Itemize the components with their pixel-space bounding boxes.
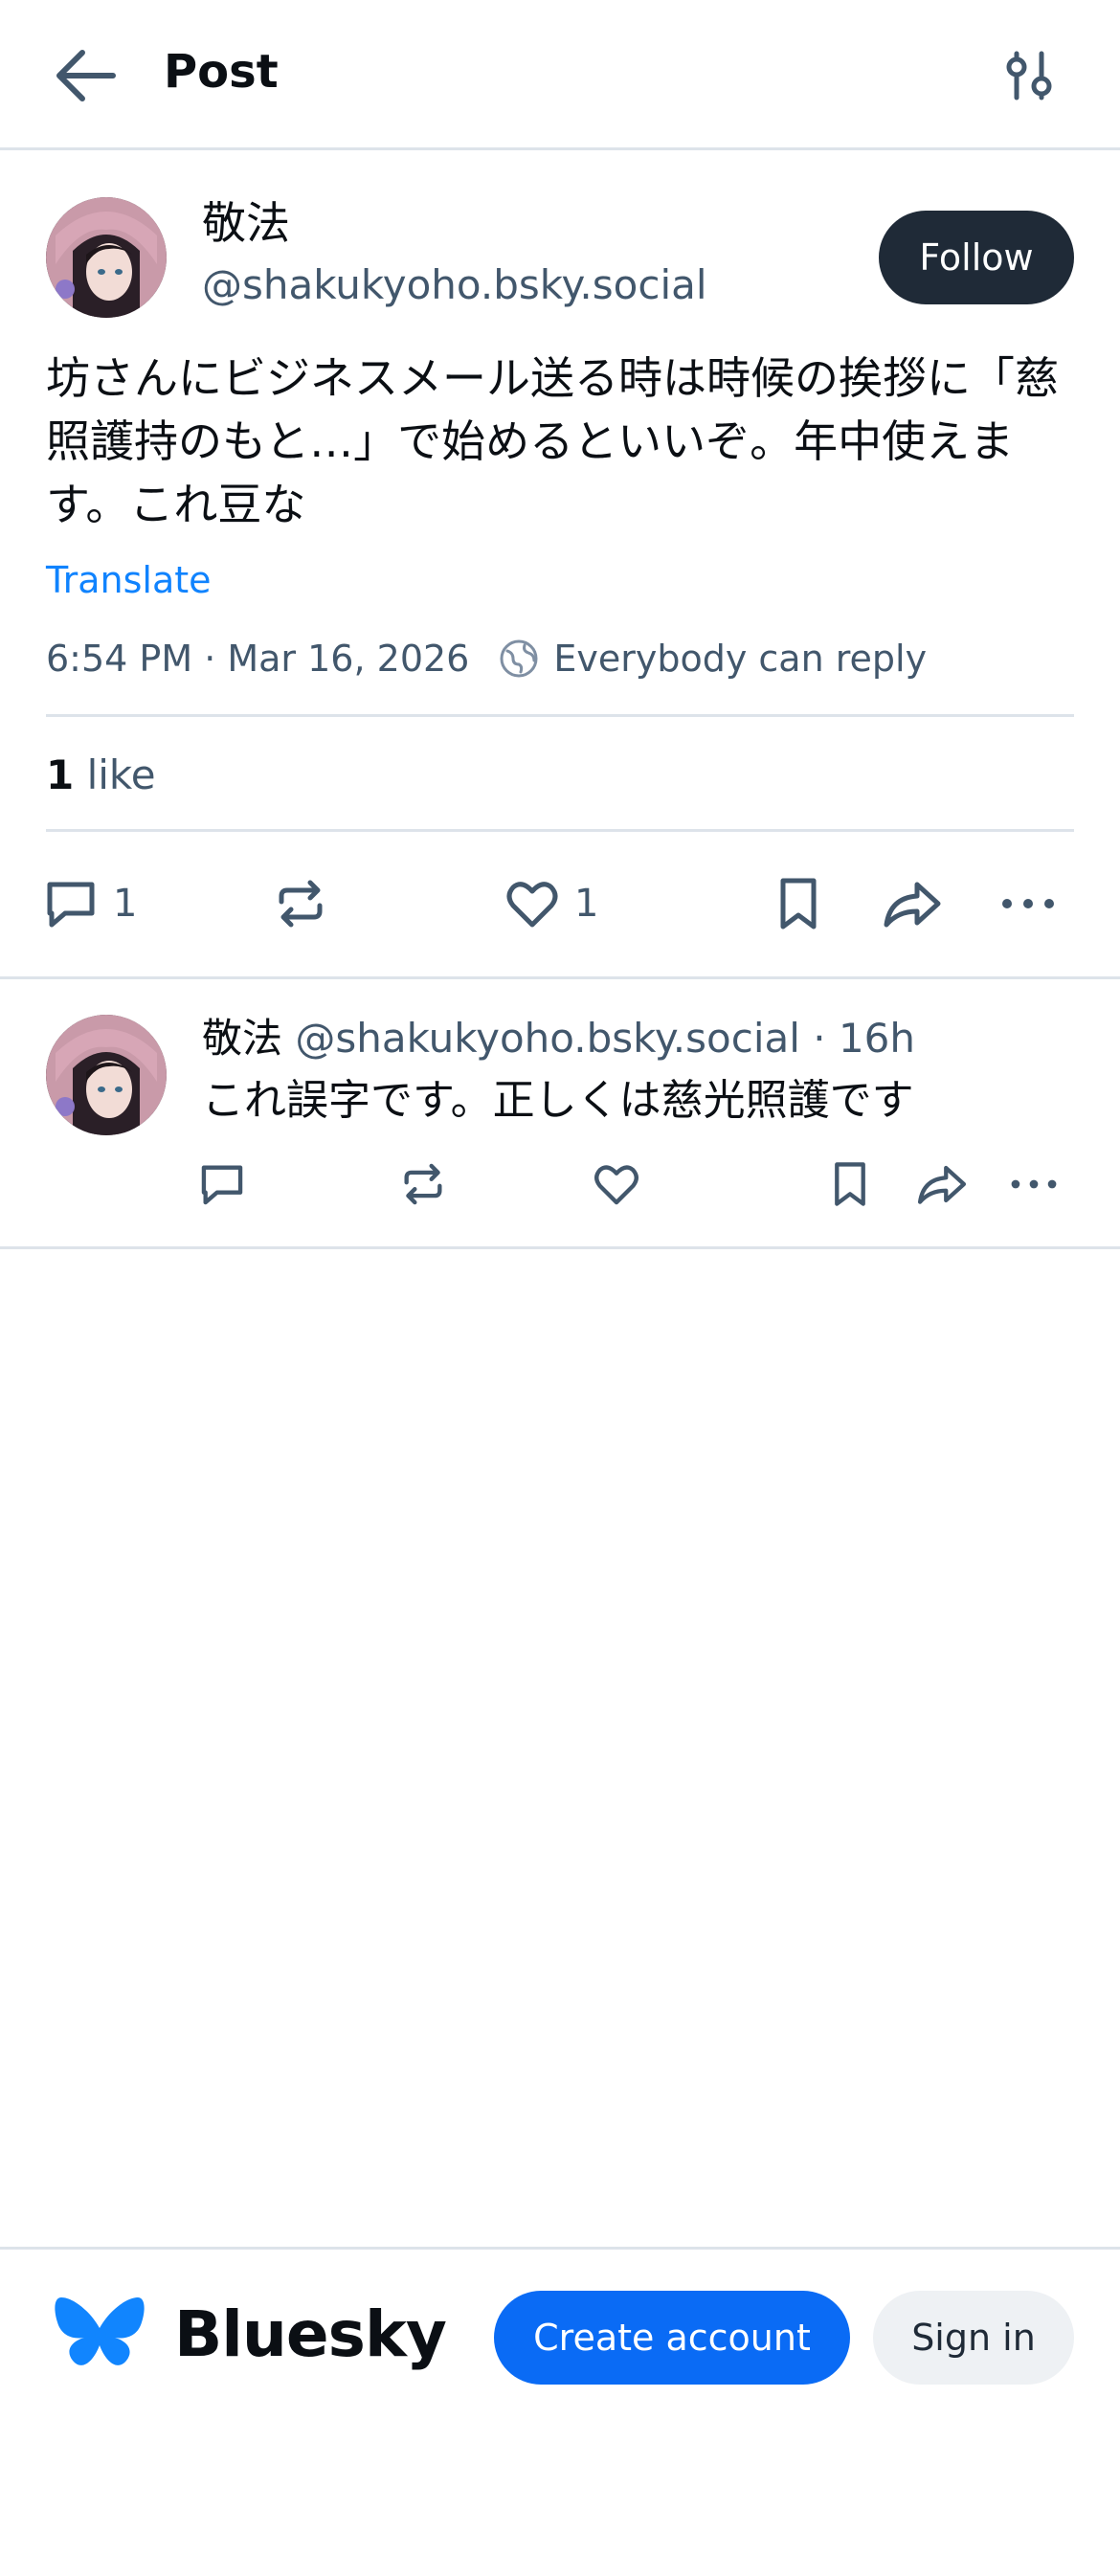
back-button[interactable] [46,40,128,111]
reply-button[interactable]: 1 [42,873,137,934]
like-button[interactable] [592,1158,641,1210]
butterfly-icon [55,2297,145,2365]
like-button[interactable]: 1 [504,873,598,934]
heart-icon [506,882,558,928]
author-handle[interactable]: @shakukyoho.bsky.social [202,258,707,312]
reply-header: 敬法 @shakukyoho.bsky.social · 16h [202,1011,915,1066]
repost-icon [404,1163,442,1205]
reply-text: これ誤字です。正しくは慈光照護です [202,1076,914,1125]
post-timestamp: 6:54 PM · Mar 16, 2026 [46,638,470,680]
divider [0,1246,1120,1249]
reply-button[interactable] [197,1158,247,1210]
share-icon [917,1165,967,1204]
follow-button[interactable]: Follow [879,211,1074,304]
share-icon [884,882,941,928]
sign-in-button[interactable]: Sign in [873,2291,1074,2385]
share-button[interactable] [915,1158,969,1210]
sliders-icon [1006,51,1052,101]
author-display-name[interactable]: 敬法 [202,195,290,251]
brand-name: Bluesky [174,2296,447,2371]
more-options-button[interactable] [1007,1158,1061,1210]
arrow-left-icon [56,50,116,101]
reply-setting[interactable]: Everybody can reply [553,632,927,685]
more-options-button[interactable] [997,873,1059,934]
avatar[interactable] [46,197,167,318]
like-count: 1 [574,882,599,926]
avatar-image [46,1015,167,1135]
divider [46,829,1074,832]
avatar[interactable] [46,1015,167,1135]
repost-button[interactable] [398,1158,448,1210]
bookmark-icon [835,1162,865,1206]
bookmark-button[interactable] [772,873,825,934]
likes-count: 1 [46,751,75,798]
reply-count: 1 [113,882,138,926]
bluesky-logo[interactable]: Bluesky [52,2292,447,2376]
globe-icon [500,639,538,678]
page-title: Post [164,45,279,99]
post-text: 坊さんにビジネスメール送る時は時候の挨拶に「慈照護持のもと…」で始めるといいぞ。… [46,352,1059,530]
comment-icon [201,1165,243,1205]
avatar-image [46,197,167,318]
repost-button[interactable] [272,873,329,934]
ellipsis-icon [1002,899,1054,908]
reply-author-name[interactable]: 敬法 [202,1015,282,1062]
ellipsis-icon [1011,1179,1057,1189]
thread-settings-button[interactable] [996,44,1063,107]
create-account-button[interactable]: Create account [494,2291,850,2385]
reply-handle-time[interactable]: @shakukyoho.bsky.social · 16h [295,1015,915,1062]
divider [46,714,1074,717]
divider [0,976,1120,979]
translate-link[interactable]: Translate [46,553,212,607]
share-button[interactable] [881,873,944,934]
bookmark-button[interactable] [827,1158,873,1210]
comment-icon [47,882,95,928]
likes-label: like [86,751,156,798]
repost-icon [279,880,323,928]
likes-summary[interactable]: 1 like [46,747,156,804]
post-meta: 6:54 PM · Mar 16, 2026 Everybody can rep… [46,632,927,685]
heart-icon [594,1165,638,1205]
bookmark-icon [780,878,817,930]
